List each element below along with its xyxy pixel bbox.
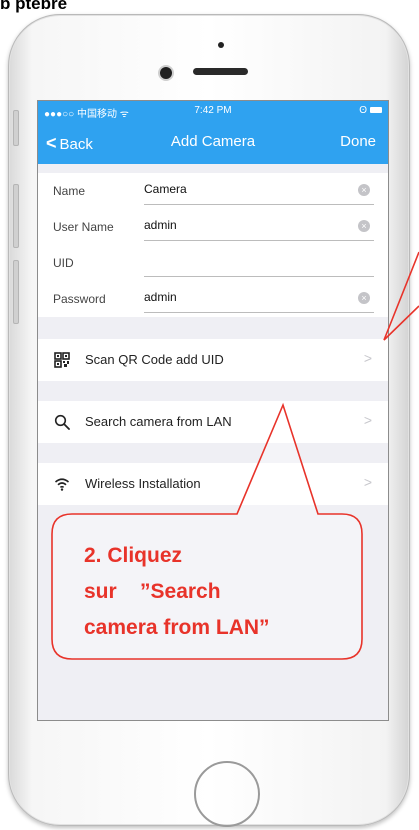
camera-form: Name Camera × User Name admin × UID Pass… (38, 173, 388, 317)
volume-down-button (13, 260, 19, 324)
qr-code-icon (54, 352, 70, 368)
scan-qr-label: Scan QR Code add UID (85, 352, 224, 367)
front-camera (160, 67, 172, 79)
done-button[interactable]: Done (340, 133, 376, 150)
search-icon (54, 414, 70, 430)
name-field[interactable]: Camera (144, 182, 187, 196)
uid-row: UID (38, 245, 388, 281)
name-underline (144, 204, 374, 205)
page-title: Add Camera (170, 133, 256, 150)
home-button[interactable] (194, 761, 260, 827)
name-label: Name (53, 184, 86, 198)
status-bar: ●●●○○ 中国移动 ᯤ 7:42 PM ʘ (38, 101, 388, 121)
password-label: Password (53, 292, 106, 306)
earpiece-speaker (193, 68, 248, 75)
callout-line-2: sur ”Search (84, 580, 221, 603)
scan-qr-cell[interactable]: Scan QR Code add UID > (38, 339, 388, 381)
status-time: 7:42 PM (194, 105, 232, 116)
search-lan-cell[interactable]: Search camera from LAN > (38, 401, 388, 443)
callout-line-1: 2. Cliquez (84, 544, 183, 567)
battery-icon (370, 107, 382, 114)
uid-underline (144, 276, 374, 277)
proximity-sensor (218, 42, 224, 48)
username-underline (144, 240, 374, 241)
username-field[interactable]: admin (144, 218, 177, 232)
clear-icon[interactable]: × (358, 220, 370, 232)
navigation-bar: < Back Add Camera Done (38, 121, 388, 164)
wireless-install-cell[interactable]: Wireless Installation > (38, 463, 388, 505)
mute-switch (13, 110, 19, 146)
chevron-right-icon: > (363, 412, 372, 428)
callout-line-3: camera from LAN” (84, 616, 270, 639)
volume-up-button (13, 184, 19, 248)
clear-icon[interactable]: × (358, 292, 370, 304)
username-row: User Name admin × (38, 209, 388, 245)
wifi-icon (54, 478, 70, 491)
uid-label: UID (53, 256, 74, 270)
callout-text: 2. Cliquez sur ”Search camera from LAN” (84, 538, 354, 646)
password-row: Password admin × (38, 281, 388, 317)
bluetooth-icon: ʘ (359, 105, 367, 116)
document-heading: b ptebre (0, 0, 68, 13)
clear-icon[interactable]: × (358, 184, 370, 196)
username-label: User Name (53, 220, 114, 234)
password-field[interactable]: admin (144, 290, 177, 304)
chevron-right-icon: > (363, 350, 372, 366)
chevron-right-icon: > (363, 474, 372, 490)
search-lan-label: Search camera from LAN (85, 414, 232, 429)
battery-indicator: ʘ (359, 105, 382, 116)
wireless-install-label: Wireless Installation (85, 476, 201, 491)
name-row: Name Camera × (38, 173, 388, 209)
password-underline (144, 312, 374, 313)
